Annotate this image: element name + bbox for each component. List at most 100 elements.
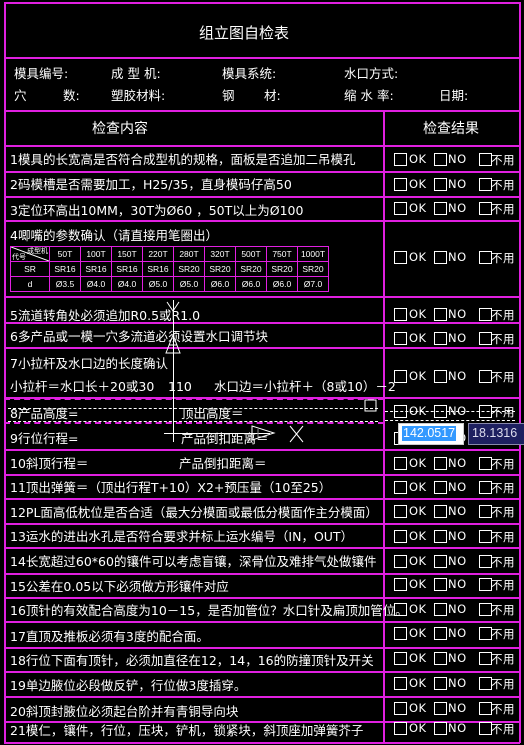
result-group-18: OK NO 不用 — [394, 651, 518, 666]
checkbox-no[interactable] — [434, 603, 447, 616]
selection-window-top — [8, 408, 378, 409]
checkbox-no[interactable] — [434, 578, 447, 591]
checkbox-label-na: 不用 — [491, 627, 515, 641]
checkbox-ok[interactable] — [394, 370, 407, 383]
checkbox-no[interactable] — [434, 308, 447, 321]
checkbox-label-no: NO — [448, 456, 467, 470]
checkbox-label-no: NO — [448, 504, 467, 518]
row-separator — [4, 296, 520, 298]
checkbox-no[interactable] — [434, 505, 447, 518]
result-group-4: OK NO 不用 — [394, 250, 518, 265]
checkbox-label-ok: OK — [409, 701, 427, 715]
row-separator — [4, 196, 520, 198]
checkbox-label-ok: OK — [409, 480, 427, 494]
info-mold-no: 模具编号: — [14, 66, 69, 81]
checklist-item-9: 9行位行程= — [10, 431, 79, 446]
info-steel-suffix: 材: — [264, 88, 281, 103]
item8-ejector-height: 顶出高度＝ — [181, 406, 244, 421]
checkbox-label-na: 不用 — [491, 555, 515, 569]
dynamic-coordinate-field[interactable]: 18.1316 — [468, 423, 524, 445]
result-group-14: OK NO 不用 — [394, 554, 518, 569]
checkbox-no[interactable] — [434, 722, 447, 735]
checkbox-label-ok: OK — [409, 456, 427, 470]
dynamic-input-field[interactable]: 142.0517 — [398, 423, 464, 445]
checkbox-no[interactable] — [434, 457, 447, 470]
checkbox-no[interactable] — [434, 677, 447, 690]
checkbox-no[interactable] — [434, 178, 447, 191]
result-group-12: OK NO 不用 — [394, 504, 518, 519]
checkbox-no[interactable] — [434, 202, 447, 215]
nozzle-corner-top: 成型机 — [27, 248, 48, 255]
nozzle-col-header: 320T — [204, 246, 236, 262]
checkbox-label-na: 不用 — [491, 405, 515, 419]
checkbox-no[interactable] — [434, 555, 447, 568]
checkbox-no[interactable] — [434, 370, 447, 383]
checkbox-label-ok: OK — [409, 152, 427, 166]
checkbox-label-no: NO — [448, 676, 467, 690]
checkbox-label-na: 不用 — [491, 603, 515, 617]
checkbox-ok[interactable] — [394, 702, 407, 715]
checkbox-no[interactable] — [434, 332, 447, 345]
checkbox-ok[interactable] — [394, 505, 407, 518]
checkbox-ok[interactable] — [394, 457, 407, 470]
info-date: 日期: — [439, 88, 469, 103]
checkbox-label-na: 不用 — [491, 677, 515, 691]
checkbox-ok[interactable] — [394, 481, 407, 494]
checkbox-no[interactable] — [434, 627, 447, 640]
checkbox-ok[interactable] — [394, 308, 407, 321]
checkbox-ok[interactable] — [394, 578, 407, 591]
result-group-19: OK NO 不用 — [394, 676, 518, 691]
checkbox-no[interactable] — [434, 652, 447, 665]
checkbox-ok[interactable] — [394, 153, 407, 166]
checkbox-label-no: NO — [448, 577, 467, 591]
checkbox-ok[interactable] — [394, 332, 407, 345]
nozzle-col-header: 50T — [49, 246, 81, 262]
checkbox-label-ok: OK — [409, 577, 427, 591]
checkbox-ok[interactable] — [394, 251, 407, 264]
checkbox-no[interactable] — [434, 251, 447, 264]
nozzle-row-label: SR — [10, 261, 50, 277]
row-separator — [4, 145, 520, 147]
row-separator — [4, 523, 520, 525]
checkbox-label-ok: OK — [409, 177, 427, 191]
checkbox-ok[interactable] — [394, 178, 407, 191]
checkbox-ok[interactable] — [394, 530, 407, 543]
result-group-10: OK NO 不用 — [394, 456, 518, 471]
header-result: 检查结果 — [423, 121, 479, 137]
checkbox-no[interactable] — [434, 481, 447, 494]
checkbox-label-na: 不用 — [491, 652, 515, 666]
row-separator — [4, 474, 520, 476]
pickbox-icon[interactable] — [364, 399, 378, 413]
checkbox-ok[interactable] — [394, 603, 407, 616]
dynamic-input-value[interactable]: 142.0517 — [402, 426, 457, 441]
checkbox-label-na: 不用 — [491, 178, 515, 192]
checkbox-no[interactable] — [434, 153, 447, 166]
checkbox-ok[interactable] — [394, 555, 407, 568]
checkbox-no[interactable] — [434, 530, 447, 543]
checkbox-no[interactable] — [434, 702, 447, 715]
checkbox-ok[interactable] — [394, 202, 407, 215]
checkbox-ok[interactable] — [394, 652, 407, 665]
checklist-item-16: 16顶针的有效配合高度为10－15，是否加管位？水口针及扁顶加管位。 — [10, 603, 408, 618]
checkbox-label-no: NO — [448, 201, 467, 215]
checkbox-label-na: 不用 — [491, 505, 515, 519]
ucs-arrow-icon — [165, 301, 181, 354]
row-separator — [4, 220, 520, 222]
checkbox-ok[interactable] — [394, 627, 407, 640]
checkbox-label-ok: OK — [409, 331, 427, 345]
checklist-item-17: 17直顶及推板必须有3度的配合面。 — [10, 629, 209, 644]
checkbox-ok[interactable] — [394, 722, 407, 735]
nozzle-col-header: 100T — [80, 246, 112, 262]
nozzle-cell: Ø5.0 — [173, 276, 205, 292]
checkbox-label-no: NO — [448, 480, 467, 494]
checkbox-ok[interactable] — [394, 677, 407, 690]
checkbox-label-ok: OK — [409, 626, 427, 640]
nozzle-col-header: 220T — [142, 246, 174, 262]
checklist-item-20: 20斜顶封腋位必须起台阶并有青铜导向块 — [10, 704, 239, 719]
nozzle-cell: SR20 — [235, 261, 267, 277]
checkbox-label-ok: OK — [409, 676, 427, 690]
row-separator — [4, 547, 520, 549]
result-group-13: OK NO 不用 — [394, 529, 518, 544]
result-group-8: OK NO 不用 — [394, 404, 518, 419]
checklist-item-15: 15公差在0.05以下必须做方形镶件对应 — [10, 579, 229, 594]
